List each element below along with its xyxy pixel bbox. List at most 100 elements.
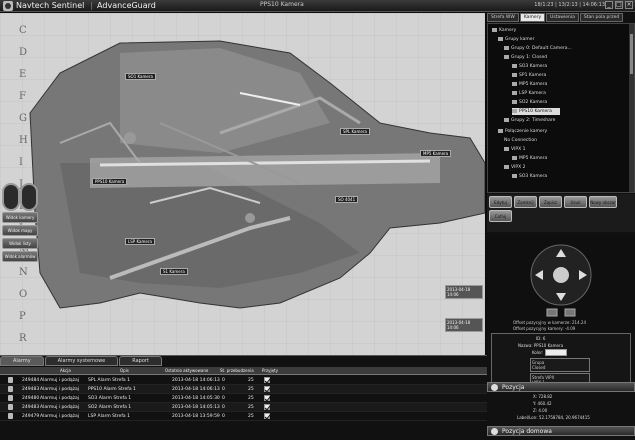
- position-latlon: Label/Lon: 52.1758784, 20.9674415: [517, 415, 590, 420]
- tree-node[interactable]: Grupy 2: Timeshare: [504, 117, 555, 124]
- column-header[interactable]: Akcja: [60, 368, 71, 373]
- tab-raport[interactable]: Raport: [119, 356, 162, 366]
- column-header[interactable]: Ostatnio aktywowane: [165, 368, 208, 373]
- acknowledged-checkbox[interactable]: [264, 377, 270, 383]
- column-header[interactable]: Opis: [120, 368, 129, 373]
- save-button[interactable]: Zapisz: [539, 196, 562, 208]
- tree-node-selected[interactable]: PPS10 Kamera: [512, 108, 560, 115]
- ptz-control[interactable]: Offset pozycyjny w kamerze: 214.24 Offse…: [487, 233, 635, 333]
- tree-node[interactable]: SO3 Kamera: [512, 173, 547, 180]
- camera-marker[interactable]: SO 4041: [335, 196, 359, 203]
- position-y: Y: 460.42: [533, 401, 552, 406]
- table-row[interactable]: 249484 Alarmuj i podążaj SPL Alarm Stref…: [0, 376, 487, 385]
- zoom-control[interactable]: [2, 183, 20, 211]
- camera-marker[interactable]: PPS10 Kamera: [92, 178, 128, 185]
- tab-kamery[interactable]: Kamery: [519, 13, 546, 22]
- grid-row-label: I: [19, 157, 23, 168]
- acknowledged-checkbox[interactable]: [264, 386, 270, 392]
- alarm-tabs: Alarmy Alarmy systemowe Raport: [0, 356, 163, 366]
- undo-button[interactable]: Cofnij: [489, 210, 512, 222]
- map-canvas[interactable]: [0, 13, 485, 355]
- group-value[interactable]: Closed: [532, 365, 588, 370]
- tree-node[interactable]: Połączenie kamery: [498, 128, 547, 135]
- module-name: AdvanceGuard: [97, 1, 156, 10]
- tree-node[interactable]: SO3 Kamera: [512, 63, 547, 70]
- grid-row-label: R: [19, 333, 27, 344]
- tree-node[interactable]: Kamery: [492, 27, 516, 34]
- tree-node[interactable]: SP1 Kamera: [512, 72, 546, 79]
- map-control-button[interactable]: Widok mapy: [2, 225, 38, 236]
- new-area-button[interactable]: Nowy obszar: [589, 196, 617, 208]
- tree-node[interactable]: LSP Kamera: [512, 90, 546, 97]
- group-icon: [504, 164, 509, 169]
- tree-node[interactable]: VIPX 2: [504, 164, 526, 171]
- rotate-control[interactable]: [20, 183, 38, 211]
- tab-strefa[interactable]: Strefa WW: [487, 13, 519, 22]
- camera-marker[interactable]: MP5 Kamera: [420, 150, 452, 157]
- map-control-button[interactable]: Widok listy: [2, 238, 38, 249]
- tab-stan-pola[interactable]: Stan pola przed: [579, 13, 624, 22]
- alarm-icon: [8, 413, 13, 419]
- zoom-out-icon: [546, 308, 558, 317]
- home-position-section-header[interactable]: Pozycja domowa: [487, 426, 635, 436]
- camera-icon: [512, 173, 517, 178]
- grid-row-label: F: [19, 91, 26, 102]
- camera-marker[interactable]: SPL Kamera: [340, 128, 370, 135]
- window-controls: _ □ ×: [605, 1, 633, 9]
- tree-node[interactable]: VIPX 1: [504, 146, 526, 153]
- camera-icon: [512, 63, 517, 68]
- map-view[interactable]: C D E F G H I J K L M N O P R SO1 Kamera…: [0, 13, 485, 355]
- column-header[interactable]: St. przebudzenia: [220, 368, 254, 373]
- tree-node[interactable]: Grupy 0: Default Camera...: [504, 45, 572, 52]
- tree-scrollbar[interactable]: [629, 24, 634, 192]
- edit-button[interactable]: Edytuj: [489, 196, 512, 208]
- tree-node[interactable]: MP5 Kamera: [512, 81, 547, 88]
- title-separator: |: [90, 1, 94, 10]
- map-control-button[interactable]: Widok kamery: [2, 212, 38, 223]
- grid-row-label: P: [19, 311, 26, 322]
- app-name: Navtech Sentinel: [16, 1, 85, 10]
- tree-node[interactable]: No Connection: [504, 137, 537, 144]
- minimize-icon[interactable]: _: [605, 1, 613, 9]
- delete-button[interactable]: Usuń: [564, 196, 587, 208]
- table-row[interactable]: 249479 Alarmuj i podążaj LSP Alarm Stref…: [0, 412, 487, 421]
- tree-node[interactable]: MP5 Kamera: [512, 155, 547, 162]
- camera-tree[interactable]: Kamery Grupy kamer Grupy 0: Default Came…: [487, 23, 635, 193]
- color-swatch[interactable]: [545, 349, 567, 356]
- tab-alarmy[interactable]: Alarmy: [0, 356, 44, 366]
- tree-node[interactable]: Grupy 1: Closed: [504, 54, 547, 61]
- scrollbar-thumb[interactable]: [630, 34, 633, 74]
- grid-row-label: D: [19, 47, 28, 58]
- tab-ustawienia[interactable]: Ustawienia: [546, 13, 579, 22]
- event-timestamp[interactable]: 2013-04-18 14:06: [445, 318, 483, 332]
- tree-node[interactable]: SO2 Kamera: [512, 99, 547, 106]
- camera-icon: [512, 81, 517, 86]
- close-button[interactable]: Zamknij: [514, 196, 537, 208]
- tree-node[interactable]: Grupy kamer: [498, 36, 534, 43]
- table-row[interactable]: 249480 Alarmuj i podążaj SO3 Alarm Stref…: [0, 394, 487, 403]
- zoom-in-icon: [564, 308, 576, 317]
- tab-alarmy-systemowe[interactable]: Alarmy systemowe: [44, 356, 119, 366]
- camera-marker[interactable]: SO1 Kamera: [125, 73, 156, 80]
- acknowledged-checkbox[interactable]: [264, 413, 270, 419]
- event-timestamp[interactable]: 2013-04-18 14:06: [445, 285, 483, 299]
- column-header[interactable]: Przyjęty: [262, 368, 278, 373]
- position-section-header[interactable]: Pozycja: [487, 382, 635, 392]
- group-icon: [504, 117, 509, 122]
- alarm-icon: [8, 395, 13, 401]
- map-control-button[interactable]: Widok alarmów: [2, 251, 38, 262]
- camera-marker[interactable]: S1 Kamera: [160, 268, 188, 275]
- acknowledged-checkbox[interactable]: [264, 395, 270, 401]
- table-row[interactable]: 249483 Alarmuj i podążaj SO2 Alarm Stref…: [0, 403, 487, 412]
- camera-marker[interactable]: LSP Kamera: [125, 238, 155, 245]
- table-row[interactable]: 249483 Alarmuj i podążaj PPS10 Alarm Str…: [0, 385, 487, 394]
- ptz-joystick[interactable]: [487, 233, 635, 333]
- grid-row-label: C: [19, 25, 27, 36]
- camera-icon: [512, 155, 517, 160]
- group-fieldset: Grupa Closed: [530, 358, 590, 372]
- alarm-icon: [8, 386, 13, 392]
- acknowledged-checkbox[interactable]: [264, 404, 270, 410]
- alarm-icon: [8, 377, 13, 383]
- close-icon[interactable]: ×: [625, 1, 633, 9]
- maximize-icon[interactable]: □: [615, 1, 623, 9]
